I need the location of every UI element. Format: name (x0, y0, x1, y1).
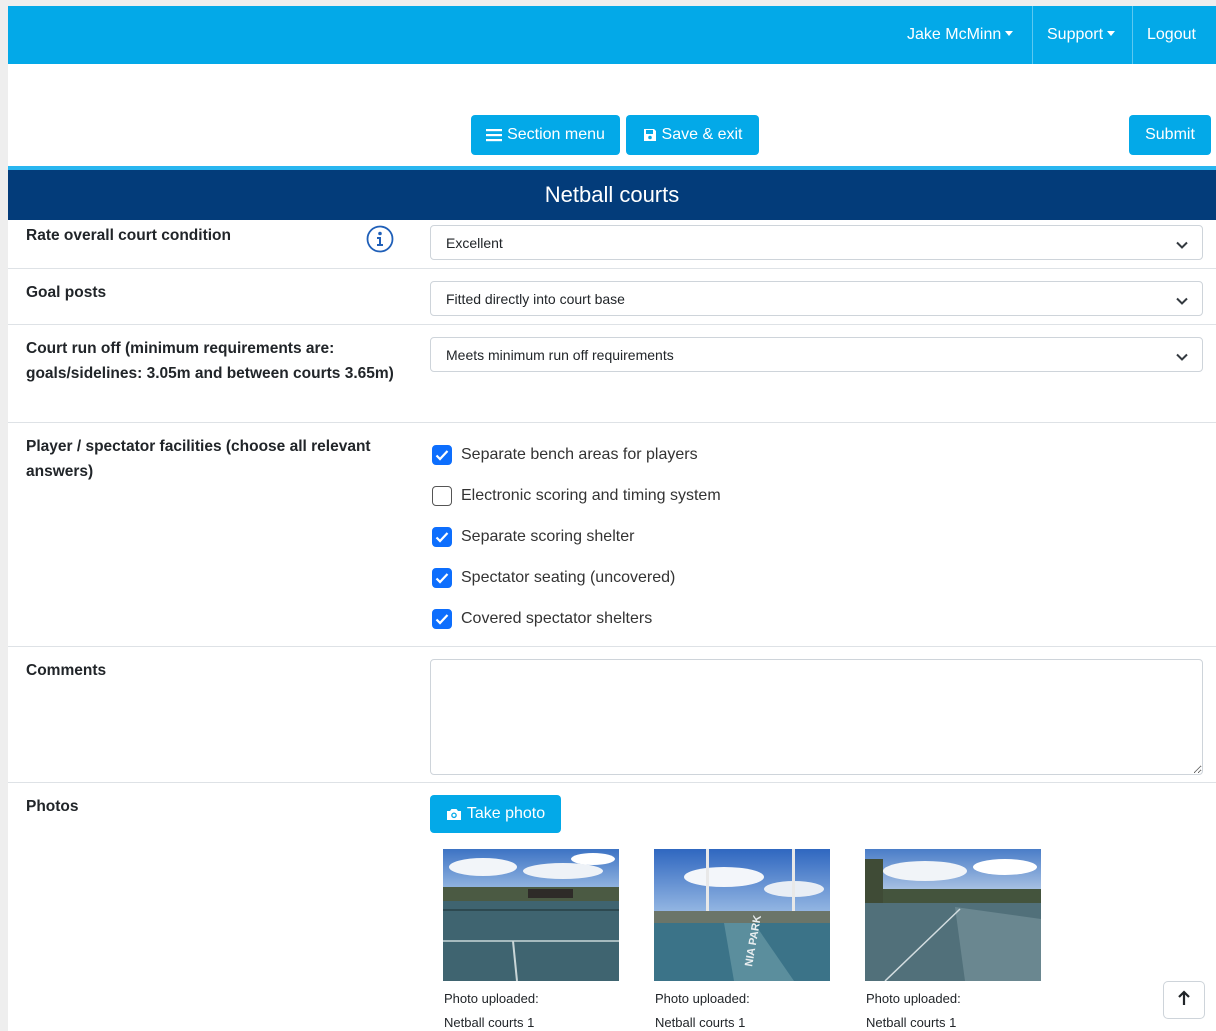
checkbox-checked[interactable] (432, 568, 452, 588)
goal-posts-label: Goal posts (26, 284, 107, 301)
submit-label: Submit (1145, 126, 1195, 143)
row-divider (8, 324, 1216, 325)
scroll-top-button[interactable] (1163, 981, 1205, 1019)
facility-option-label: Separate bench areas for players (461, 446, 698, 463)
arrow-up-icon (1177, 989, 1191, 1011)
goal-posts-select[interactable]: Fitted directly into court base (430, 281, 1203, 316)
row-divider (8, 782, 1216, 783)
facility-option-label: Covered spectator shelters (461, 610, 653, 627)
court-condition-value: Excellent (446, 234, 503, 251)
row-divider (8, 646, 1216, 647)
facility-option[interactable]: Separate scoring shelter (432, 525, 634, 549)
submit-button[interactable]: Submit (1129, 115, 1211, 155)
chevron-down-icon (1176, 349, 1188, 365)
take-photo-label: Take photo (466, 805, 546, 822)
run-off-label: Court run off (minimum requirements are:… (26, 340, 394, 382)
caret-down-icon (1005, 31, 1014, 37)
section-header: Netball courts (8, 170, 1216, 220)
facility-option[interactable]: Spectator seating (uncovered) (432, 566, 675, 590)
facility-option-label: Separate scoring shelter (461, 528, 635, 545)
comments-textarea[interactable] (430, 659, 1203, 775)
row-divider (8, 268, 1216, 269)
checkbox-checked[interactable] (432, 527, 452, 547)
page: Jake McMinn Support Logout Section menu … (8, 6, 1216, 1031)
comments-label: Comments (26, 662, 107, 679)
take-photo-button[interactable]: Take photo (430, 795, 561, 833)
save-exit-label: Save & exit (661, 126, 743, 143)
info-icon[interactable] (366, 225, 394, 253)
run-off-select[interactable]: Meets minimum run off requirements (430, 337, 1203, 372)
photo-name: Netball courts 1 (444, 1015, 535, 1030)
facility-option[interactable]: Electronic scoring and timing system (432, 484, 721, 508)
court-condition-select[interactable]: Excellent (430, 225, 1203, 260)
support-label: Support (1047, 26, 1104, 43)
checkbox-unchecked[interactable] (432, 486, 452, 506)
caret-down-icon (1107, 31, 1116, 37)
floppy-disk-icon (643, 128, 657, 142)
hamburger-icon (486, 128, 503, 142)
court-condition-label: Rate overall court condition (26, 227, 231, 244)
user-menu[interactable]: Jake McMinn (907, 6, 1014, 64)
section-title: Netball courts (544, 182, 680, 207)
photo-status: Photo uploaded: (866, 991, 961, 1006)
checkbox-checked[interactable] (432, 609, 452, 629)
save-exit-button[interactable]: Save & exit (626, 115, 759, 155)
user-name: Jake McMinn (907, 26, 1002, 43)
photos-label: Photos (26, 798, 79, 815)
chevron-down-icon (1176, 237, 1188, 253)
run-off-value: Meets minimum run off requirements (446, 346, 674, 363)
photo-status: Photo uploaded: (655, 991, 750, 1006)
photo-thumbnail[interactable] (865, 849, 1041, 981)
logout-link[interactable]: Logout (1147, 6, 1196, 64)
photo-status: Photo uploaded: (444, 991, 539, 1006)
facility-option-label: Electronic scoring and timing system (461, 487, 721, 504)
photo-name: Netball courts 1 (655, 1015, 746, 1030)
photo-thumbnail[interactable]: NIA PARK (654, 849, 830, 981)
checkbox-checked[interactable] (432, 445, 452, 465)
facilities-label: Player / spectator facilities (choose al… (26, 438, 371, 480)
logout-label: Logout (1147, 26, 1196, 43)
facility-option[interactable]: Separate bench areas for players (432, 443, 698, 467)
camera-icon (446, 807, 462, 821)
nav-divider (1032, 6, 1033, 64)
facility-option-label: Spectator seating (uncovered) (461, 569, 676, 586)
photo-thumbnail[interactable] (443, 849, 619, 981)
facility-option[interactable]: Covered spectator shelters (432, 607, 652, 631)
goal-posts-value: Fitted directly into court base (446, 290, 625, 307)
support-menu[interactable]: Support (1047, 6, 1116, 64)
top-navbar: Jake McMinn Support Logout (8, 6, 1216, 64)
photo-name: Netball courts 1 (866, 1015, 957, 1030)
section-menu-button[interactable]: Section menu (471, 115, 620, 155)
section-menu-label: Section menu (507, 126, 605, 143)
nav-divider (1132, 6, 1133, 64)
chevron-down-icon (1176, 293, 1188, 309)
row-divider (8, 422, 1216, 423)
